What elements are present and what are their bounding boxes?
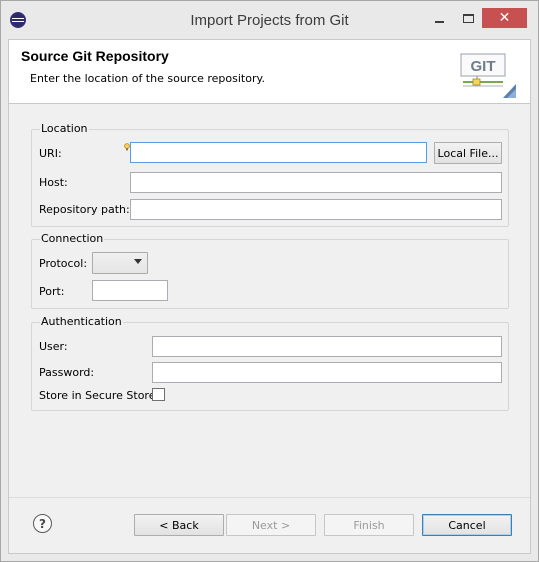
port-input[interactable] — [92, 280, 168, 301]
connection-group-label: Connection — [40, 232, 105, 245]
host-input[interactable] — [130, 172, 502, 193]
user-label: User: — [39, 340, 68, 353]
uri-label: URI: — [39, 147, 62, 160]
password-label: Password: — [39, 366, 95, 379]
protocol-select[interactable] — [92, 252, 148, 274]
maximize-icon — [462, 13, 474, 23]
authentication-group: Authentication User: Password: Store in … — [31, 315, 509, 411]
password-input[interactable] — [152, 362, 502, 383]
user-input[interactable] — [152, 336, 502, 357]
dialog-content: Source Git Repository Enter the location… — [8, 39, 531, 554]
minimize-button[interactable] — [424, 8, 454, 28]
page-title: Source Git Repository — [21, 48, 169, 64]
close-icon: ✕ — [498, 10, 511, 26]
repository-path-label: Repository path: — [39, 203, 130, 216]
help-icon[interactable]: ? — [33, 514, 52, 533]
local-file-button[interactable]: Local File... — [434, 142, 502, 164]
chevron-down-icon — [134, 259, 142, 264]
close-button[interactable]: ✕ — [482, 8, 527, 28]
title-bar[interactable]: Import Projects from Git ✕ — [1, 1, 538, 39]
secure-store-checkbox[interactable] — [152, 388, 165, 401]
protocol-label: Protocol: — [39, 257, 88, 270]
dialog-window: Import Projects from Git ✕ Source Git Re… — [0, 0, 539, 562]
uri-input[interactable] — [130, 142, 427, 163]
port-label: Port: — [39, 285, 65, 298]
next-button[interactable]: Next > — [226, 514, 316, 536]
footer-divider — [9, 497, 530, 498]
maximize-button[interactable] — [453, 8, 483, 28]
location-group-label: Location — [40, 122, 89, 135]
wizard-header: Source Git Repository Enter the location… — [9, 40, 530, 104]
connection-group: Connection Protocol: Port: — [31, 232, 509, 309]
git-logo-text: GIT — [471, 58, 496, 75]
page-description: Enter the location of the source reposit… — [30, 72, 265, 85]
host-label: Host: — [39, 176, 68, 189]
location-group: Location URI: Local File... Host: Reposi… — [31, 122, 509, 227]
finish-button[interactable]: Finish — [324, 514, 414, 536]
secure-store-label: Store in Secure Store — [39, 389, 156, 402]
git-logo-icon: GIT — [460, 53, 516, 98]
back-button[interactable]: < Back — [134, 514, 224, 536]
minimize-icon — [434, 20, 444, 23]
authentication-group-label: Authentication — [40, 315, 123, 328]
cancel-button[interactable]: Cancel — [422, 514, 512, 536]
repository-path-input[interactable] — [130, 199, 502, 220]
